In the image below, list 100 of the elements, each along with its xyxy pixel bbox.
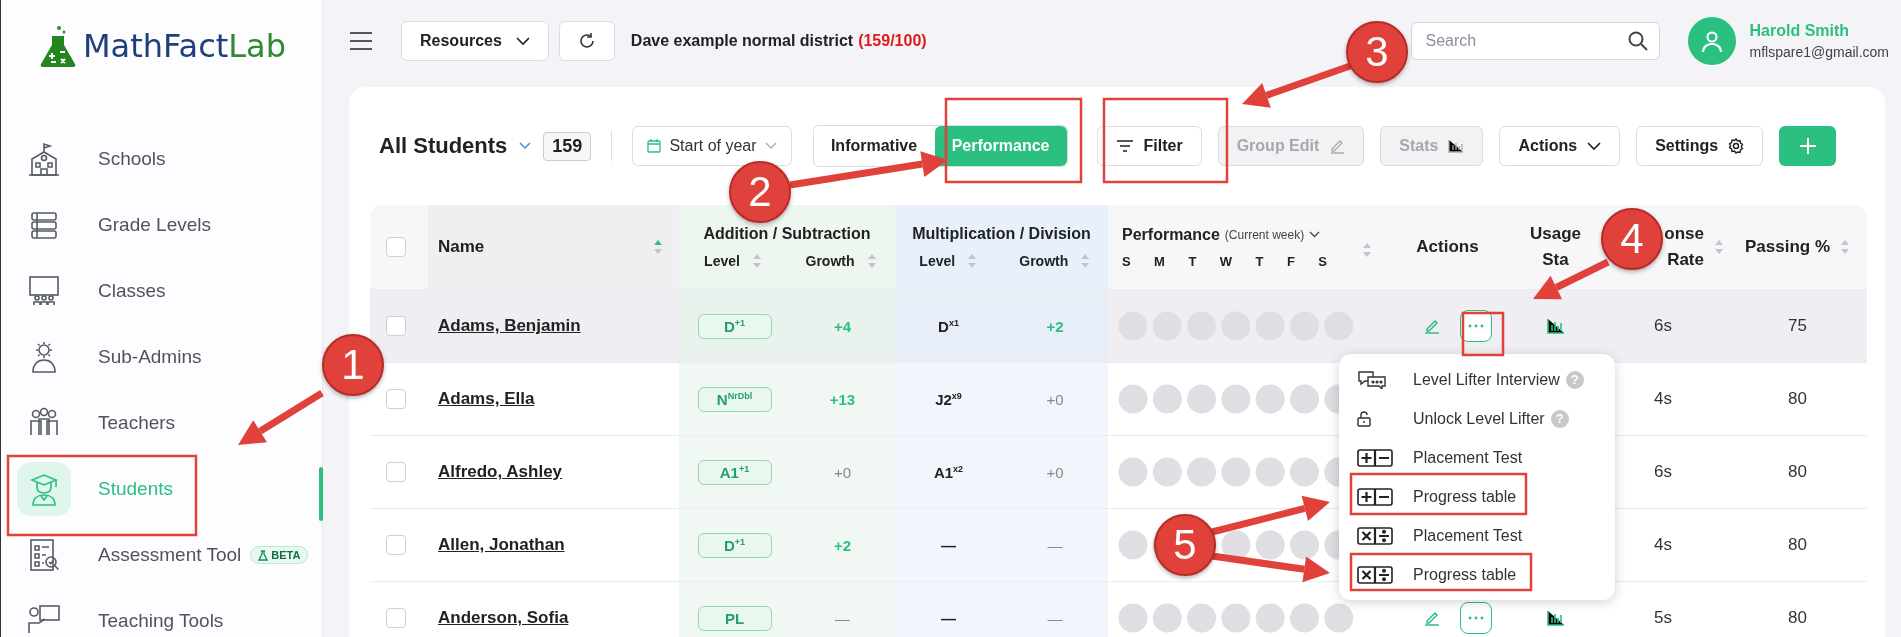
- growth-value: —: [1047, 536, 1063, 554]
- weekday-label: F: [1286, 253, 1295, 269]
- weekday-label: S: [1122, 253, 1131, 269]
- period-label: (Current week): [1224, 227, 1305, 242]
- level-value: —: [941, 536, 956, 554]
- times-divide-icon: [1357, 565, 1393, 584]
- growth-value: +2: [833, 536, 852, 554]
- search-icon: [1627, 31, 1648, 51]
- filter-button[interactable]: Filter: [1096, 126, 1202, 166]
- column-header[interactable]: Performance: [1122, 225, 1220, 244]
- growth-value: +0: [1046, 463, 1064, 481]
- column-header: Actions: [1416, 237, 1479, 257]
- column-header[interactable]: Level: [704, 253, 740, 269]
- column-header[interactable]: Level: [919, 253, 956, 269]
- student-name-link[interactable]: Allen, Jonathan: [438, 535, 565, 555]
- column-group-header: Multiplication / Division: [912, 225, 1091, 243]
- sort-icon[interactable]: [1840, 239, 1850, 255]
- checkbox[interactable]: [386, 462, 406, 482]
- sidebar-item[interactable]: Assessment Tool BETA: [1, 522, 322, 588]
- add-button[interactable]: [1779, 126, 1837, 166]
- column-header[interactable]: Growth: [1019, 253, 1069, 269]
- dropdown-button[interactable]: Actions: [1499, 126, 1621, 166]
- menu-icon[interactable]: [350, 32, 372, 50]
- sidebar-item[interactable]: Teachers: [1, 390, 322, 456]
- student-name-link[interactable]: Adams, Ella: [438, 389, 535, 409]
- growth-value: +0: [833, 463, 852, 481]
- student-name-link[interactable]: Anderson, Sofia: [438, 608, 569, 628]
- bar-chart-icon: [1448, 139, 1465, 153]
- edit-icon[interactable]: [1423, 610, 1440, 626]
- edit-icon[interactable]: [1423, 318, 1440, 334]
- bar-chart-icon[interactable]: [1546, 610, 1565, 626]
- response-rate: 4s: [1654, 389, 1672, 409]
- menu-item[interactable]: Progress table: [1339, 477, 1615, 516]
- column-header[interactable]: Name: [438, 237, 485, 257]
- settings-icon: [1728, 138, 1745, 154]
- column-header: Sta: [1542, 250, 1569, 270]
- student-name-link[interactable]: Alfredo, Ashley: [438, 462, 563, 482]
- menu-item[interactable]: Placement Test: [1339, 438, 1615, 477]
- settings-button[interactable]: Settings: [1636, 126, 1764, 166]
- speech-bubbles-icon: [1357, 370, 1387, 389]
- date-filter-dropdown[interactable]: Start of year: [632, 126, 792, 166]
- column-header: Rate: [1667, 250, 1704, 270]
- more-icon: [1467, 324, 1484, 328]
- more-icon: [1467, 616, 1484, 620]
- passing-percent: 75: [1788, 316, 1807, 336]
- level-value: J2$^{x9}$: [935, 390, 962, 408]
- resources-button[interactable]: Resources: [401, 21, 549, 61]
- avatar[interactable]: [1687, 17, 1736, 65]
- page-title: All Students: [379, 133, 508, 159]
- sidebar-item[interactable]: Teaching Tools: [1, 588, 322, 637]
- column-header[interactable]: Passing %: [1744, 237, 1830, 257]
- growth-value: —: [1047, 609, 1063, 627]
- view-tab[interactable]: Informative: [813, 126, 935, 166]
- sidebar-item[interactable]: Sub-Admins: [1, 324, 322, 390]
- highlight-frame: [1461, 311, 1505, 357]
- level-value: —: [941, 609, 956, 627]
- chevron-down-icon: [515, 36, 530, 46]
- sidebar-item[interactable]: Grade Levels: [1, 192, 322, 258]
- menu-item[interactable]: Progress table: [1339, 555, 1615, 594]
- level-badge: D$^{+1}$: [697, 313, 772, 339]
- column-header: onse: [1664, 224, 1704, 244]
- sidebar-item[interactable]: Classes: [1, 258, 322, 324]
- times-divide-icon: [1357, 526, 1393, 545]
- weekday-label: T: [1255, 253, 1264, 269]
- brand-name: MathFactLab: [83, 27, 286, 65]
- weekday-label: T: [1188, 253, 1197, 269]
- checkbox[interactable]: [386, 237, 406, 257]
- refresh-button[interactable]: [558, 21, 615, 61]
- sort-icon[interactable]: [866, 253, 877, 269]
- checkbox[interactable]: [386, 535, 406, 555]
- weekday-label: M: [1154, 253, 1165, 269]
- plus-minus-icon: [1357, 448, 1393, 467]
- level-value: A1$^{x2}$: [933, 463, 964, 481]
- school-icon: [26, 141, 62, 177]
- chevron-down-icon[interactable]: [1309, 231, 1321, 238]
- sort-icon[interactable]: [1714, 239, 1724, 255]
- menu-item[interactable]: Unlock Level Lifter ?: [1339, 399, 1615, 438]
- refresh-icon: [577, 32, 596, 50]
- sort-icon[interactable]: [751, 253, 762, 269]
- pencil-icon: [1329, 138, 1346, 154]
- column-header[interactable]: Growth: [805, 253, 855, 269]
- checkbox[interactable]: [386, 316, 406, 336]
- bar-chart-icon[interactable]: [1546, 318, 1565, 334]
- checkbox[interactable]: [386, 389, 406, 409]
- student-name-link[interactable]: Adams, Benjamin: [438, 316, 581, 336]
- more-button[interactable]: [1459, 602, 1492, 634]
- search-field[interactable]: Search: [1410, 22, 1660, 60]
- column-header: Usage: [1530, 224, 1581, 244]
- unlock-icon: [1357, 410, 1371, 427]
- sort-icon[interactable]: [1362, 242, 1372, 258]
- sidebar-item[interactable]: Schools: [1, 126, 322, 192]
- sort-icon[interactable]: [653, 239, 663, 255]
- growth-value: +13: [829, 390, 856, 408]
- menu-item[interactable]: Level Lifter Interview ?: [1339, 360, 1615, 399]
- sort-icon[interactable]: [1080, 253, 1091, 269]
- menu-item[interactable]: Placement Test: [1339, 516, 1615, 555]
- sort-icon[interactable]: [967, 253, 978, 269]
- checkbox[interactable]: [386, 608, 406, 628]
- level-badge: A1$^{+1}$: [697, 459, 772, 485]
- chevron-down-icon: [764, 142, 777, 150]
